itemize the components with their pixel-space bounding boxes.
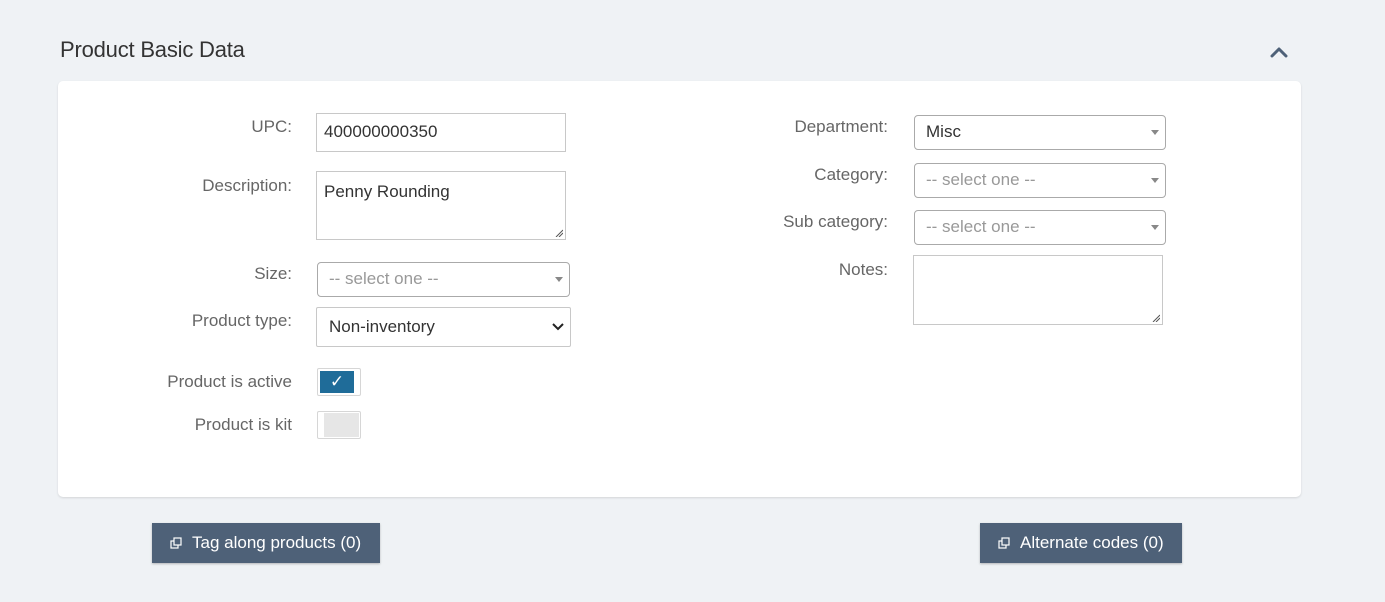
dropdown-arrow-icon	[555, 277, 563, 282]
external-link-icon	[170, 537, 182, 549]
description-value: Penny Rounding	[324, 182, 450, 201]
size-label: Size:	[254, 264, 292, 283]
product-type-value: Non-inventory	[329, 317, 435, 336]
description-label: Description:	[202, 176, 292, 195]
product-type-label: Product type:	[191, 311, 292, 330]
product-active-label: Product is active	[167, 372, 292, 391]
upc-label: UPC:	[251, 117, 292, 136]
dropdown-arrow-icon	[1151, 130, 1159, 135]
alternate-codes-label: Alternate codes (0)	[1020, 533, 1164, 552]
upc-input[interactable]: 400000000350	[316, 113, 566, 152]
product-kit-toggle[interactable]	[317, 411, 361, 439]
notes-label: Notes:	[838, 260, 888, 279]
chevron-down-icon	[552, 323, 564, 331]
description-textarea[interactable]: Penny Rounding	[316, 171, 566, 240]
subcategory-label: Sub category:	[783, 212, 888, 231]
external-link-icon	[998, 537, 1010, 549]
chevron-up-icon	[1270, 47, 1288, 58]
department-label: Department:	[794, 117, 888, 136]
collapse-button[interactable]	[1266, 40, 1292, 64]
category-select[interactable]: -- select one --	[914, 163, 1166, 198]
resize-grip-icon[interactable]	[555, 229, 563, 237]
dropdown-arrow-icon	[1151, 178, 1159, 183]
department-select-value: Misc	[926, 122, 961, 141]
notes-textarea[interactable]	[913, 255, 1163, 325]
section-title: Product Basic Data	[60, 37, 245, 62]
subcategory-select[interactable]: -- select one --	[914, 210, 1166, 245]
tag-along-products-label: Tag along products (0)	[192, 533, 362, 552]
size-select[interactable]: -- select one --	[317, 262, 570, 297]
resize-grip-icon[interactable]	[1152, 314, 1160, 322]
dropdown-arrow-icon	[1151, 225, 1159, 230]
size-select-value: -- select one --	[329, 269, 439, 288]
toggle-track	[324, 413, 359, 437]
product-active-toggle[interactable]: ✓	[317, 368, 361, 396]
category-label: Category:	[814, 165, 888, 184]
alternate-codes-button[interactable]: Alternate codes (0)	[980, 523, 1182, 563]
subcategory-select-value: -- select one --	[926, 217, 1036, 236]
product-kit-label: Product is kit	[194, 415, 292, 434]
tag-along-products-button[interactable]: Tag along products (0)	[152, 523, 380, 563]
department-select[interactable]: Misc	[914, 115, 1166, 150]
category-select-value: -- select one --	[926, 170, 1036, 189]
product-type-select[interactable]: Non-inventory	[316, 307, 571, 347]
checkmark-icon: ✓	[320, 371, 354, 393]
